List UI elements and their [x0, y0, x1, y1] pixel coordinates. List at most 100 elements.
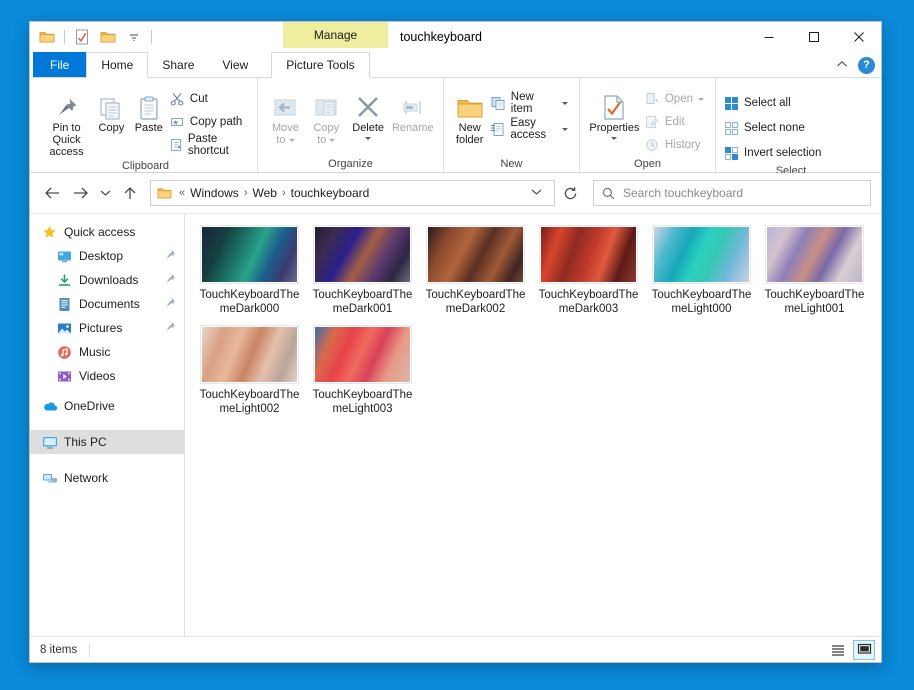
properties-icon[interactable] — [71, 26, 93, 48]
sidebar-item-quick-access[interactable]: Quick access — [30, 220, 184, 244]
sidebar-item-documents[interactable]: Documents — [30, 292, 184, 316]
copy-to-button[interactable]: Copy to — [306, 85, 347, 146]
history-icon — [644, 137, 660, 153]
sidebar-item-network[interactable]: Network — [30, 466, 184, 490]
pin-icon[interactable] — [165, 249, 176, 263]
sidebar-item-pictures[interactable]: Pictures — [30, 316, 184, 340]
close-button[interactable] — [836, 22, 881, 51]
item-count-label: 8 items — [40, 644, 77, 656]
tab-picture-tools[interactable]: Picture Tools — [271, 52, 369, 78]
refresh-button[interactable] — [555, 179, 585, 207]
sidebar-item-music[interactable]: Music — [30, 340, 184, 364]
select-none-button[interactable]: Select none — [723, 118, 825, 138]
open-button[interactable]: Open — [644, 89, 708, 109]
network-icon — [41, 470, 58, 487]
new-item-icon — [490, 95, 505, 111]
ribbon-group-label-open: Open — [580, 156, 715, 172]
file-name: TouchKeyboardThemeLight000 — [652, 288, 752, 316]
sidebar-item-videos[interactable]: Videos — [30, 364, 184, 388]
pictures-icon — [56, 320, 73, 337]
breadcrumb-item-web[interactable]: Web — [249, 186, 279, 200]
paste-button[interactable]: Paste — [131, 85, 167, 134]
search-input[interactable]: Search touchkeyboard — [593, 180, 871, 206]
ribbon-group-organize: Move to Copy to — [258, 78, 444, 172]
pin-icon[interactable] — [165, 273, 176, 287]
details-view-button[interactable] — [827, 640, 849, 660]
sidebar-label-downloads: Downloads — [79, 273, 138, 287]
file-thumbnail — [427, 226, 524, 283]
select-all-button[interactable]: Select all — [723, 93, 825, 113]
minimize-button[interactable] — [746, 22, 791, 51]
folder-icon[interactable] — [36, 26, 58, 48]
maximize-button[interactable] — [791, 22, 836, 51]
pin-to-quick-access-button[interactable]: Pin to Quick access — [41, 85, 92, 158]
sidebar-item-downloads[interactable]: Downloads — [30, 268, 184, 292]
breadcrumb-item-windows[interactable]: Windows — [187, 186, 242, 200]
tab-share[interactable]: Share — [148, 52, 208, 77]
new-folder-button[interactable]: New folder — [451, 85, 488, 146]
file-item[interactable]: TouchKeyboardThemeLight001 — [758, 226, 871, 316]
delete-button[interactable]: Delete — [347, 85, 390, 140]
rename-button[interactable]: Rename — [390, 85, 436, 134]
invert-selection-button[interactable]: Invert selection — [723, 143, 825, 163]
move-to-caret-icon[interactable] — [289, 139, 295, 142]
easy-access-caret-icon[interactable] — [562, 128, 568, 131]
history-button[interactable]: History — [644, 135, 708, 155]
open-caret-icon[interactable] — [698, 98, 704, 101]
new-item-button[interactable]: New item — [490, 93, 572, 113]
edit-button[interactable]: Edit — [644, 112, 708, 132]
breadcrumb-item-touchkeyboard[interactable]: touchkeyboard — [288, 186, 373, 200]
recent-locations-button[interactable] — [94, 179, 116, 207]
file-list-pane[interactable]: TouchKeyboardThemeDark000 TouchKeyboardT… — [185, 214, 881, 636]
breadcrumb-separator-1[interactable]: › — [242, 187, 250, 199]
easy-access-button[interactable]: Easy access — [490, 119, 572, 139]
delete-caret-icon[interactable] — [365, 137, 371, 140]
breadcrumb-overflow[interactable]: « — [177, 187, 187, 199]
forward-button[interactable] — [66, 179, 94, 207]
file-item[interactable]: TouchKeyboardThemeLight000 — [645, 226, 758, 316]
file-item[interactable]: TouchKeyboardThemeDark001 — [306, 226, 419, 316]
paste-shortcut-button[interactable]: Paste shortcut — [169, 135, 250, 155]
quick-access-toolbar — [30, 22, 154, 52]
file-item[interactable]: TouchKeyboardThemeDark000 — [193, 226, 306, 316]
copy-path-button[interactable]: Copy path — [169, 112, 250, 132]
sidebar-label-onedrive: OneDrive — [64, 399, 115, 413]
up-button[interactable] — [116, 179, 144, 207]
search-placeholder: Search touchkeyboard — [623, 186, 743, 200]
large-icons-view-button[interactable] — [853, 640, 875, 660]
move-to-button[interactable]: Move to — [265, 85, 306, 146]
pin-icon[interactable] — [165, 321, 176, 335]
back-button[interactable] — [38, 179, 66, 207]
sidebar-item-desktop[interactable]: Desktop — [30, 244, 184, 268]
ribbon-group-select: Select all Select none Invert selection — [716, 78, 866, 172]
tab-home[interactable]: Home — [86, 52, 148, 78]
explorer-window: Manage touchkeyboard File Home Share Vie… — [30, 22, 881, 662]
file-item[interactable]: TouchKeyboardThemeDark002 — [419, 226, 532, 316]
file-item[interactable]: TouchKeyboardThemeDark003 — [532, 226, 645, 316]
cut-button[interactable]: Cut — [169, 89, 250, 109]
properties-caret-icon[interactable] — [611, 137, 617, 140]
sidebar-item-this-pc[interactable]: This PC — [30, 430, 184, 454]
sidebar-item-onedrive[interactable]: OneDrive — [30, 394, 184, 418]
breadcrumb-separator-2[interactable]: › — [280, 187, 288, 199]
file-thumbnail — [314, 326, 411, 383]
file-item[interactable]: TouchKeyboardThemeLight003 — [306, 326, 419, 416]
sidebar-label-videos: Videos — [79, 369, 115, 383]
new-folder-icon[interactable] — [97, 26, 119, 48]
move-to-icon — [270, 88, 300, 122]
help-icon[interactable]: ? — [858, 57, 875, 74]
rename-label: Rename — [392, 122, 434, 134]
tab-file[interactable]: File — [33, 52, 86, 77]
address-dropdown-icon[interactable] — [523, 187, 550, 199]
file-item[interactable]: TouchKeyboardThemeLight002 — [193, 326, 306, 416]
tab-view[interactable]: View — [208, 52, 262, 77]
edit-icon — [644, 114, 660, 130]
properties-button[interactable]: Properties — [587, 85, 642, 140]
customize-qat-icon[interactable] — [123, 26, 145, 48]
pin-icon[interactable] — [165, 297, 176, 311]
new-item-caret-icon[interactable] — [562, 102, 568, 105]
copy-to-caret-icon[interactable] — [329, 139, 335, 142]
copy-button[interactable]: Copy — [94, 85, 129, 134]
collapse-ribbon-icon[interactable] — [836, 56, 848, 74]
address-bar[interactable]: « Windows › Web › touchkeyboard — [150, 180, 555, 206]
